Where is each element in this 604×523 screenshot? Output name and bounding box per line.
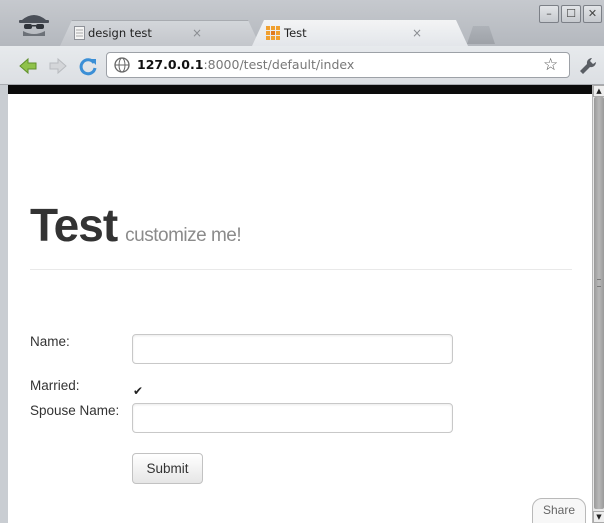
- tab-label: Test: [284, 26, 307, 40]
- back-arrow-icon[interactable]: [18, 56, 38, 76]
- page-top-bar: [8, 85, 592, 94]
- scroll-up-arrow-icon[interactable]: ▲: [593, 85, 604, 97]
- minimize-button[interactable]: –: [539, 5, 559, 23]
- married-checkbox[interactable]: ✔: [133, 385, 146, 398]
- grid-favicon-icon: [266, 26, 280, 40]
- grip-icon: [597, 279, 601, 287]
- name-field[interactable]: [132, 334, 453, 364]
- tab-label: design test: [88, 26, 152, 40]
- url-path: :8000/test/default/index: [203, 57, 355, 72]
- url-host: 127.0.0.1: [137, 57, 204, 72]
- address-bar[interactable]: 127.0.0.1:8000/test/default/index ☆: [106, 52, 570, 78]
- page-heading: Test customize me!: [30, 198, 242, 252]
- tab-test[interactable]: Test ×: [252, 20, 468, 46]
- spouse-name-field[interactable]: [132, 403, 453, 433]
- close-tab-icon[interactable]: ×: [192, 20, 202, 46]
- close-window-button[interactable]: ✕: [583, 5, 602, 23]
- bookmark-star-icon[interactable]: ☆: [543, 55, 558, 75]
- url-text: 127.0.0.1:8000/test/default/index: [137, 57, 354, 72]
- maximize-button[interactable]: ☐: [561, 5, 581, 23]
- divider: [30, 269, 572, 270]
- browser-toolbar: 127.0.0.1:8000/test/default/index ☆: [0, 46, 604, 85]
- incognito-icon: [19, 15, 49, 36]
- title-bar: design test × Test × – ☐ ✕: [0, 0, 604, 46]
- document-icon: [74, 26, 85, 40]
- new-tab-button[interactable]: [467, 26, 495, 44]
- scroll-down-arrow-icon[interactable]: ▼: [593, 511, 604, 523]
- page-subtitle: customize me!: [125, 225, 242, 246]
- globe-icon: [114, 57, 130, 73]
- close-tab-icon[interactable]: ×: [412, 20, 422, 46]
- name-label: Name:: [30, 334, 70, 349]
- page-viewport: Test customize me! Name: Married: ✔ Spous…: [8, 94, 592, 523]
- spouse-name-label: Spouse Name:: [30, 403, 120, 418]
- share-button[interactable]: Share: [532, 498, 586, 523]
- forward-arrow-icon[interactable]: [48, 56, 68, 76]
- scrollbar-thumb[interactable]: [594, 97, 604, 509]
- vertical-scrollbar[interactable]: ▲ ▼: [592, 85, 604, 523]
- page-title: Test: [30, 199, 118, 251]
- reload-icon[interactable]: [78, 56, 98, 76]
- wrench-icon[interactable]: [578, 56, 598, 76]
- married-label: Married:: [30, 378, 80, 393]
- tab-design-test[interactable]: design test ×: [60, 20, 260, 46]
- submit-button[interactable]: Submit: [132, 453, 203, 484]
